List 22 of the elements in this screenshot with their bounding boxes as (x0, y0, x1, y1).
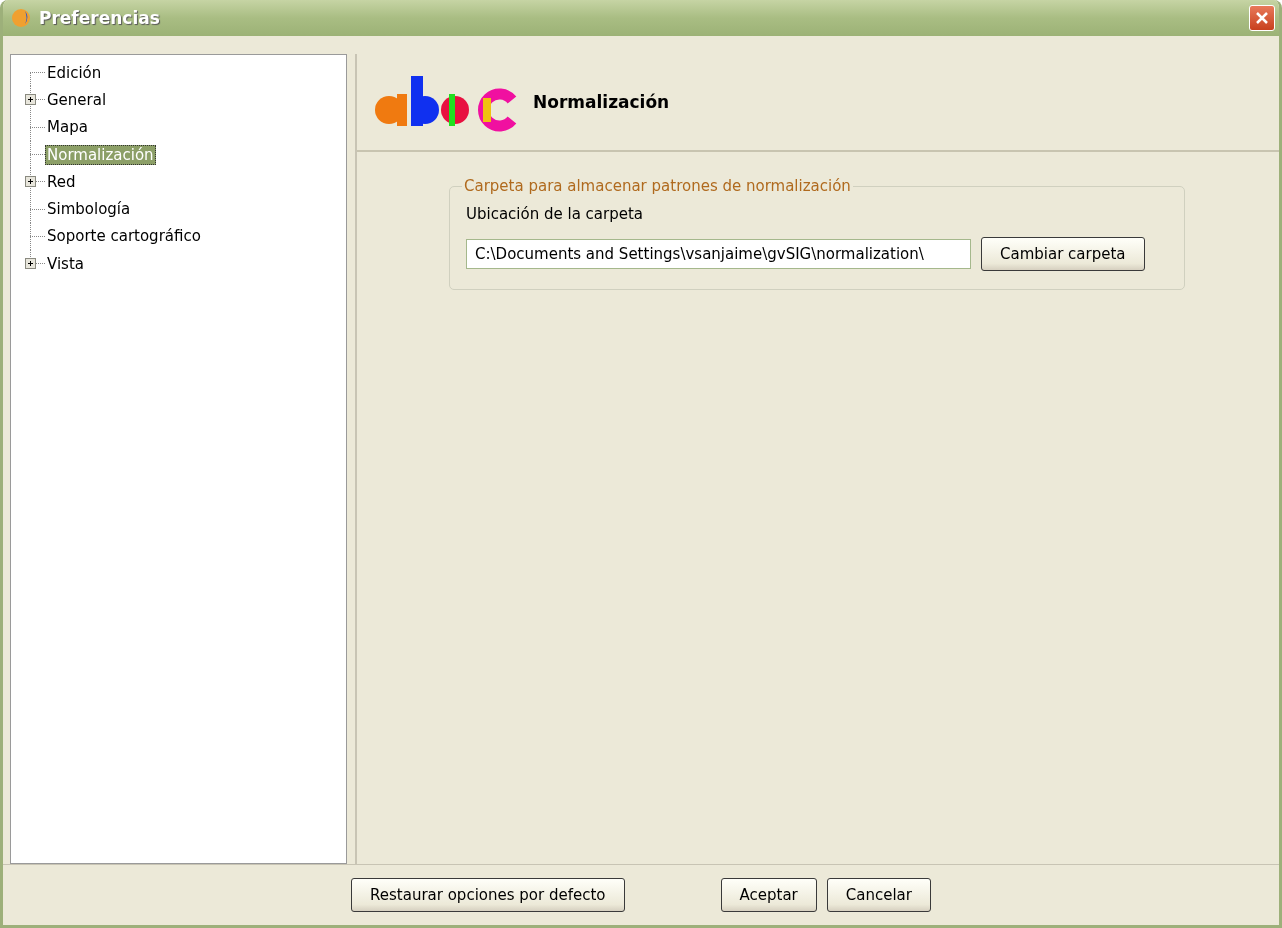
tree-item[interactable]: Edición (45, 62, 104, 83)
app-logo-icon (11, 7, 33, 29)
ok-button[interactable]: Aceptar (720, 878, 817, 912)
cancel-button[interactable]: Cancelar (826, 878, 931, 912)
folder-path-field[interactable]: C:\Documents and Settings\vsanjaime\gvSIG\normalization\ (466, 239, 971, 269)
close-button[interactable] (1249, 5, 1275, 31)
tree-item[interactable]: Simbología (45, 199, 133, 220)
expand-icon[interactable] (25, 176, 36, 188)
expand-icon[interactable] (25, 258, 36, 270)
tree-item[interactable]: Mapa (45, 117, 90, 138)
window-title: Preferencias (39, 8, 161, 28)
tree-item[interactable]: General (45, 89, 109, 110)
tree-item[interactable]: Red (45, 171, 78, 192)
restore-defaults-button[interactable]: Restaurar opciones por defecto (351, 878, 625, 912)
field-label: Ubicación de la carpeta (466, 205, 645, 223)
expand-icon[interactable] (25, 94, 36, 106)
tree-item[interactable]: Vista (45, 253, 86, 274)
close-icon (1254, 10, 1270, 26)
page-title: Normalización (533, 92, 670, 112)
group-legend: Carpeta para almacenar patrones de normalización (462, 177, 853, 195)
change-folder-button[interactable]: Cambiar carpeta (981, 237, 1145, 271)
tree-item[interactable]: Soporte cartográfico (45, 226, 203, 247)
